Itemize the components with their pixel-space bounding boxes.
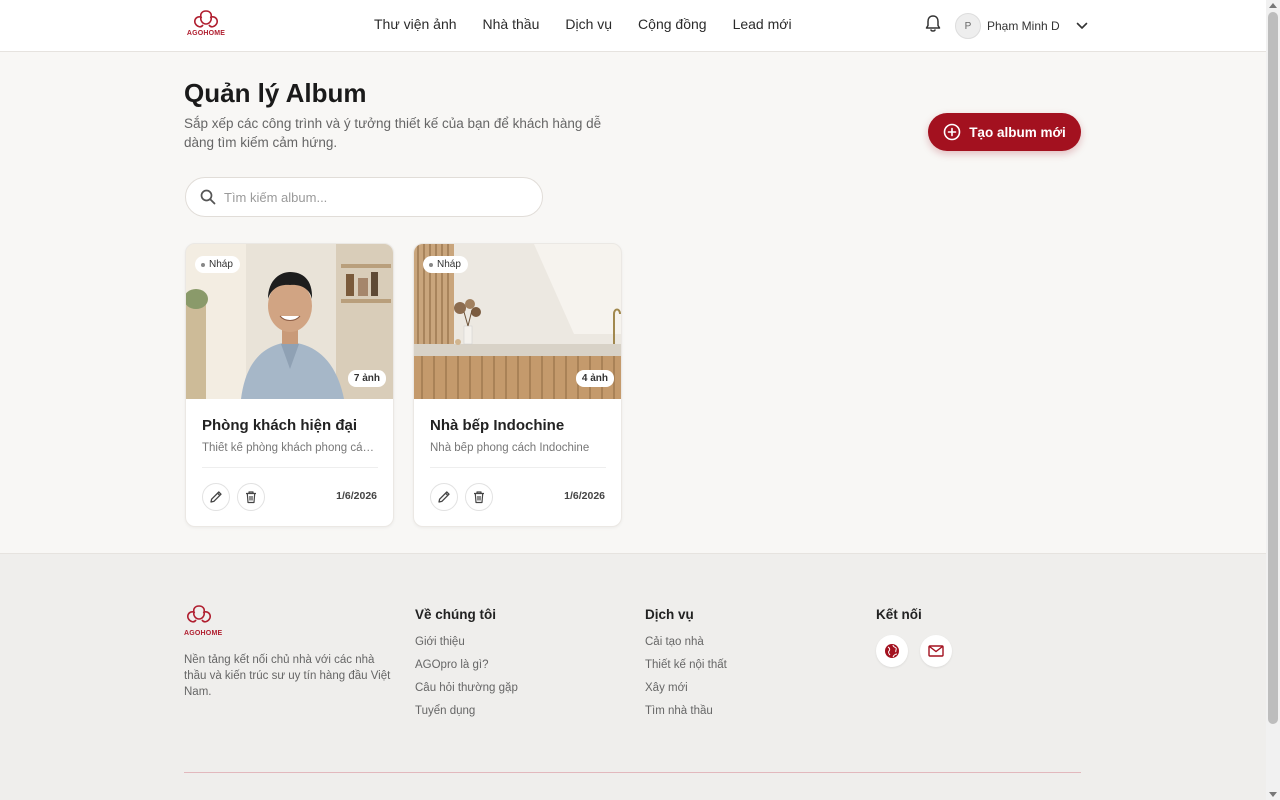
- status-dot: [201, 262, 205, 267]
- create-album-button[interactable]: Tạo album mới: [928, 113, 1081, 151]
- album-card[interactable]: Nháp 7 ảnh Phòng khách hiện đại Thiết kế…: [185, 243, 394, 527]
- search-input[interactable]: [224, 189, 524, 205]
- plus-circle-icon: [943, 123, 961, 141]
- footer-logo[interactable]: AGOHOME: [184, 604, 230, 637]
- footer-col-title: Về chúng tôi: [415, 607, 496, 622]
- draft-badge-label: Nháp: [209, 259, 233, 270]
- scroll-up-arrow-icon[interactable]: [1269, 3, 1277, 8]
- album-description: Thiết kế phòng khách phong cách hiện đại: [202, 442, 378, 454]
- pencil-icon: [210, 491, 222, 503]
- footer-divider: [184, 772, 1081, 773]
- main-nav: Thư viện ảnh Nhà thầu Dịch vụ Cộng đồng …: [374, 16, 792, 32]
- bell-icon[interactable]: [924, 14, 942, 34]
- logo-mark-icon: [194, 10, 218, 28]
- footer-link[interactable]: Tuyển dụng: [415, 705, 518, 717]
- status-dot: [429, 262, 433, 267]
- mail-icon: [928, 645, 944, 657]
- top-header: AGOHOME Thư viện ảnh Nhà thầu Dịch vụ Cộ…: [0, 0, 1266, 52]
- delete-button[interactable]: [465, 483, 493, 511]
- footer-link[interactable]: Giới thiệu: [415, 636, 518, 648]
- card-divider: [430, 467, 606, 468]
- delete-button[interactable]: [237, 483, 265, 511]
- email-link[interactable]: [920, 635, 952, 667]
- album-title[interactable]: Nhà bếp Indochine: [430, 417, 564, 434]
- scrollbar[interactable]: [1266, 0, 1280, 800]
- draft-badge-label: Nháp: [437, 259, 461, 270]
- footer-link[interactable]: Câu hỏi thường gặp: [415, 682, 518, 694]
- chevron-down-icon: [1076, 22, 1088, 29]
- nav-photo-library[interactable]: Thư viện ảnh: [374, 16, 457, 32]
- album-card[interactable]: Nháp 4 ảnh Nhà bếp Indochine Nhà bếp pho…: [413, 243, 622, 527]
- search-box: [185, 177, 543, 217]
- footer-col-connect: Kết nối: [876, 607, 952, 667]
- nav-community[interactable]: Cộng đồng: [638, 16, 707, 32]
- footer-link[interactable]: Thiết kế nội thất: [645, 659, 727, 671]
- avatar: P: [955, 13, 981, 39]
- card-divider: [202, 467, 378, 468]
- photo-count-badge: 4 ảnh: [575, 370, 614, 387]
- pencil-icon: [438, 491, 450, 503]
- edit-button[interactable]: [202, 483, 230, 511]
- nav-services[interactable]: Dịch vụ: [565, 16, 612, 32]
- album-cover-image[interactable]: Nháp 4 ảnh: [414, 244, 621, 399]
- footer-col-title: Dịch vụ: [645, 607, 694, 622]
- footer-link[interactable]: Xây mới: [645, 682, 727, 694]
- photo-count-badge: 7 ảnh: [347, 370, 386, 387]
- footer-about: Nền tảng kết nối chủ nhà với các nhà thầ…: [184, 654, 391, 698]
- album-title[interactable]: Phòng khách hiện đại: [202, 417, 357, 434]
- globe-icon: [885, 644, 899, 658]
- footer-col-about: Về chúng tôi Giới thiệu AGOpro là gì? Câ…: [415, 607, 518, 728]
- user-menu[interactable]: P Phạm Minh D: [955, 13, 1088, 39]
- footer-link[interactable]: Cải tạo nhà: [645, 636, 727, 648]
- footer-col-title: Kết nối: [876, 607, 922, 622]
- draft-badge: Nháp: [423, 256, 468, 273]
- footer-link[interactable]: AGOpro là gì?: [415, 659, 518, 671]
- draft-badge: Nháp: [195, 256, 240, 273]
- nav-new-leads[interactable]: Lead mới: [733, 16, 792, 32]
- footer: AGOHOME Nền tảng kết nối chủ nhà với các…: [0, 553, 1266, 800]
- footer-logo-text: AGOHOME: [184, 630, 223, 637]
- nav-contractors[interactable]: Nhà thầu: [483, 16, 540, 32]
- edit-button[interactable]: [430, 483, 458, 511]
- create-album-label: Tạo album mới: [969, 124, 1066, 140]
- page-subtitle: Sắp xếp các công trình và ý tưởng thiết …: [184, 116, 602, 150]
- scrollbar-thumb[interactable]: [1268, 12, 1278, 724]
- logo-mark-icon: [187, 605, 211, 623]
- trash-icon: [474, 491, 484, 504]
- album-description: Nhà bếp phong cách Indochine: [430, 442, 590, 454]
- scroll-down-arrow-icon[interactable]: [1269, 792, 1277, 797]
- album-cover-image[interactable]: Nháp 7 ảnh: [186, 244, 393, 399]
- album-date: 1/6/2026: [564, 490, 605, 502]
- page-title: Quản lý Album: [184, 78, 367, 108]
- search-icon: [200, 189, 216, 205]
- trash-icon: [246, 491, 256, 504]
- social-links: [876, 635, 952, 667]
- website-link[interactable]: [876, 635, 908, 667]
- logo-text: AGOHOME: [186, 30, 226, 37]
- agohome-logo[interactable]: AGOHOME: [184, 9, 228, 43]
- album-date: 1/6/2026: [336, 490, 377, 502]
- footer-col-services: Dịch vụ Cải tạo nhà Thiết kế nội thất Xâ…: [645, 607, 727, 728]
- user-name: Phạm Minh D: [987, 19, 1060, 33]
- footer-link[interactable]: Tìm nhà thầu: [645, 705, 727, 717]
